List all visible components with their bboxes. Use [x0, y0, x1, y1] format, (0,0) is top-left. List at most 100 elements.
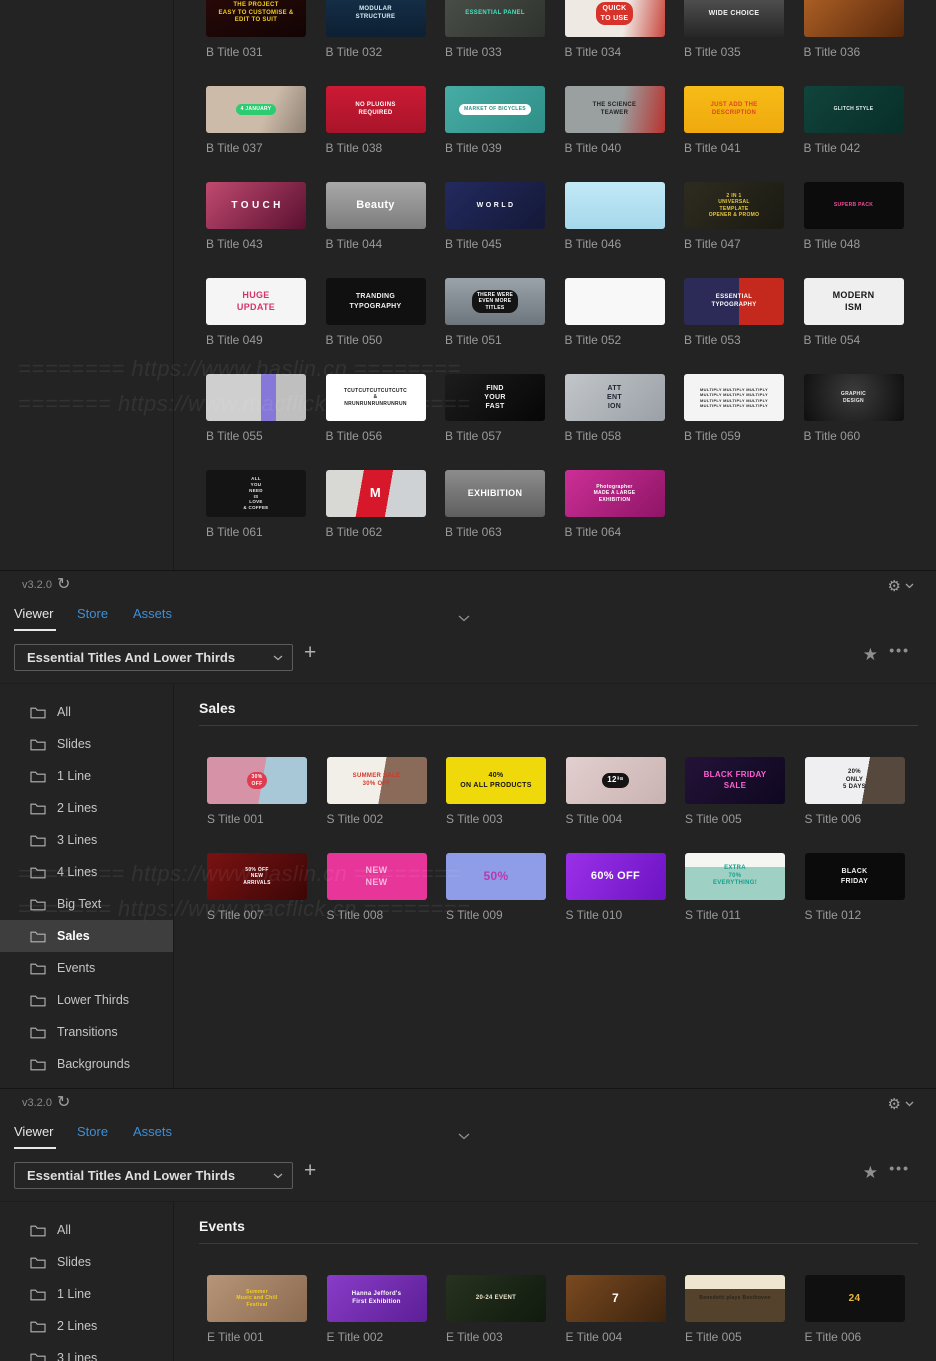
settings-menu-button[interactable]: ⚙	[888, 1095, 914, 1113]
sidebar-category-item[interactable]: Events	[0, 952, 173, 984]
template-tile[interactable]: 40% ON ALL PRODUCTS S Title 003	[446, 757, 546, 826]
template-thumbnail[interactable]: 60% OFF	[566, 853, 666, 900]
template-thumbnail[interactable]: ALL YOU NEED IS LOVE & COFFEE	[206, 470, 306, 517]
template-tile[interactable]: Summer Music and Chill Festival E Title …	[207, 1275, 307, 1344]
sidebar-category-item[interactable]: 4 Lines	[0, 856, 173, 888]
template-tile[interactable]: ESSENTIAL TYPOGRAPHY B Title 053	[684, 278, 784, 347]
tab-assets[interactable]: Assets	[133, 1124, 172, 1139]
template-tile[interactable]: NO PLUGINS REQUIRED B Title 038	[326, 86, 426, 155]
template-thumbnail[interactable]: Beauty	[326, 182, 426, 229]
template-tile[interactable]: THE PROJECT EASY TO CUSTOMISE & EDIT TO …	[206, 0, 306, 59]
template-tile[interactable]: 50% S Title 009	[446, 853, 546, 922]
template-tile[interactable]: HUGE UPDATE B Title 049	[206, 278, 306, 347]
template-tile[interactable]: MARKET OF BICYCLES B Title 039	[445, 86, 545, 155]
template-thumbnail[interactable]: BLACK FRIDAY	[805, 853, 905, 900]
template-tile[interactable]: EXHIBITION B Title 063	[445, 470, 545, 539]
tab-viewer[interactable]: Viewer	[14, 1124, 54, 1139]
template-thumbnail[interactable]	[565, 182, 665, 229]
sidebar-category-item[interactable]: 2 Lines	[0, 792, 173, 824]
template-thumbnail[interactable]: THE PROJECT EASY TO CUSTOMISE & EDIT TO …	[206, 0, 306, 37]
template-tile[interactable]: M B Title 062	[326, 470, 426, 539]
template-tile[interactable]: ESSENTIAL PANEL B Title 033	[445, 0, 545, 59]
template-thumbnail[interactable]: NO PLUGINS REQUIRED	[326, 86, 426, 133]
pack-select-dropdown[interactable]: Essential Titles And Lower Thirds	[14, 1162, 293, 1189]
template-tile[interactable]: GLITCH STYLE B Title 042	[804, 86, 904, 155]
template-thumbnail[interactable]: 20-24 EVENT	[446, 1275, 546, 1322]
template-thumbnail[interactable]: 50% OFF NEW ARRIVALS	[207, 853, 307, 900]
template-thumbnail[interactable]: EXHIBITION	[445, 470, 545, 517]
template-tile[interactable]: 20% ONLY 5 DAYS S Title 006	[805, 757, 905, 826]
template-tile[interactable]: 7 E Title 004	[566, 1275, 666, 1344]
template-thumbnail[interactable]	[804, 0, 904, 37]
template-tile[interactable]: Benedetti plays Beethoven E Title 005	[685, 1275, 785, 1344]
template-tile[interactable]: 4 JANUARY B Title 037	[206, 86, 306, 155]
refresh-icon[interactable]: ↻	[57, 1092, 70, 1112]
template-thumbnail[interactable]: 7	[566, 1275, 666, 1322]
sidebar-category-item[interactable]: Slides	[0, 1246, 173, 1278]
template-thumbnail[interactable]: SUPERB PACK	[804, 182, 904, 229]
pack-select-dropdown[interactable]: Essential Titles And Lower Thirds	[14, 644, 293, 671]
template-tile[interactable]: Beauty B Title 044	[326, 182, 426, 251]
template-thumbnail[interactable]: ATT ENT ION	[565, 374, 665, 421]
template-thumbnail[interactable]: WIDE CHOICE	[684, 0, 784, 37]
tab-store[interactable]: Store	[77, 1124, 108, 1139]
template-thumbnail[interactable]: ESSENTIAL TYPOGRAPHY	[684, 278, 784, 325]
template-tile[interactable]: THERE WERE EVEN MORE TITLES B Title 051	[445, 278, 545, 347]
template-thumbnail[interactable]: 40% ON ALL PRODUCTS	[446, 757, 546, 804]
template-thumbnail[interactable]: JUST ADD THE DESCRIPTION	[684, 86, 784, 133]
sidebar-category-item[interactable]: All	[0, 696, 173, 728]
template-tile[interactable]: Photographer MADE A LARGE EXHIBITION B T…	[565, 470, 665, 539]
template-thumbnail[interactable]: T O U C H	[206, 182, 306, 229]
template-thumbnail[interactable]: TCUTCUTCUTCUTCUTC & NRUNRUNRUNRUNRUN	[326, 374, 426, 421]
template-tile[interactable]: W O R L D B Title 045	[445, 182, 545, 251]
template-tile[interactable]: TCUTCUTCUTCUTCUTC & NRUNRUNRUNRUNRUN B T…	[326, 374, 426, 443]
template-thumbnail[interactable]: 50%	[446, 853, 546, 900]
settings-menu-button[interactable]: ⚙	[888, 577, 914, 595]
add-pack-button[interactable]: +	[304, 641, 316, 665]
template-tile[interactable]: 24 E Title 006	[805, 1275, 905, 1344]
template-tile[interactable]: B Title 036	[804, 0, 904, 59]
template-tile[interactable]: T O U C H B Title 043	[206, 182, 306, 251]
template-thumbnail[interactable]: 4 JANUARY	[206, 86, 306, 133]
collapse-chevron-icon[interactable]	[458, 1133, 470, 1140]
template-thumbnail[interactable]: 12³⁸	[566, 757, 666, 804]
template-tile[interactable]: SUMMER SALE 30% OFF S Title 002	[327, 757, 427, 826]
more-options-button[interactable]: •••	[889, 642, 910, 658]
template-thumbnail[interactable]: MULTIPLY MULTIPLY MULTIPLY MULTIPLY MULT…	[684, 374, 784, 421]
sidebar-category-item[interactable]: 3 Lines	[0, 1342, 173, 1361]
template-thumbnail[interactable]: THE SCIENCE TEAWER	[565, 86, 665, 133]
more-options-button[interactable]: •••	[889, 1160, 910, 1176]
template-thumbnail[interactable]	[565, 278, 665, 325]
template-thumbnail[interactable]: FIND YOUR FAST	[445, 374, 545, 421]
template-thumbnail[interactable]: GLITCH STYLE	[804, 86, 904, 133]
template-thumbnail[interactable]: HUGE UPDATE	[206, 278, 306, 325]
sidebar-category-item[interactable]: Lower Thirds	[0, 984, 173, 1016]
sidebar-category-item[interactable]: 1 Line	[0, 1278, 173, 1310]
template-tile[interactable]: SUPERB PACK B Title 048	[804, 182, 904, 251]
template-tile[interactable]: TRANDING TYPOGRAPHY B Title 050	[326, 278, 426, 347]
template-thumbnail[interactable]: Benedetti plays Beethoven	[685, 1275, 785, 1322]
template-tile[interactable]: FIND YOUR FAST B Title 057	[445, 374, 545, 443]
template-thumbnail[interactable]: EXTRA 70% EVERYTHING!	[685, 853, 785, 900]
template-thumbnail[interactable]: TRANDING TYPOGRAPHY	[326, 278, 426, 325]
template-tile[interactable]: Hanna Jefford's First Exhibition E Title…	[327, 1275, 427, 1344]
template-tile[interactable]: B Title 046	[565, 182, 665, 251]
template-thumbnail[interactable]: ESSENTIAL PANEL	[445, 0, 545, 37]
template-thumbnail[interactable]: Summer Music and Chill Festival	[207, 1275, 307, 1322]
collapse-chevron-icon[interactable]	[458, 615, 470, 622]
template-thumbnail[interactable]: 20% ONLY 5 DAYS	[805, 757, 905, 804]
sidebar-category-item[interactable]: 3 Lines	[0, 824, 173, 856]
template-thumbnail[interactable]: THERE WERE EVEN MORE TITLES	[445, 278, 545, 325]
sidebar-category-item[interactable]: 1 Line	[0, 760, 173, 792]
template-tile[interactable]: 12³⁸ S Title 004	[566, 757, 666, 826]
template-thumbnail[interactable]: 2 IN 1 UNIVERSAL TEMPLATE OPENER & PROMO	[684, 182, 784, 229]
tab-assets[interactable]: Assets	[133, 606, 172, 621]
favorite-star-icon[interactable]: ★	[863, 645, 878, 665]
template-tile[interactable]: 60% OFF S Title 010	[566, 853, 666, 922]
template-thumbnail[interactable]: MODULAR STRUCTURE	[326, 0, 426, 37]
template-thumbnail[interactable]: MARKET OF BICYCLES	[445, 86, 545, 133]
template-thumbnail[interactable]: BLACK FRIDAY SALE	[685, 757, 785, 804]
favorite-star-icon[interactable]: ★	[863, 1163, 878, 1183]
template-thumbnail[interactable]: MODERN ISM	[804, 278, 904, 325]
sidebar-category-item[interactable]: 2 Lines	[0, 1310, 173, 1342]
